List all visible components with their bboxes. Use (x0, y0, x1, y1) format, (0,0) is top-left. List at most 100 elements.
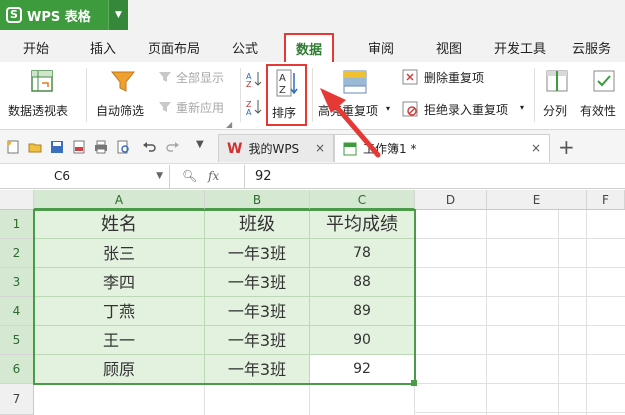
new-file-icon[interactable] (6, 140, 20, 154)
ribbon-divider (240, 68, 241, 122)
name-box[interactable]: C6 ▼ (0, 165, 170, 188)
highlight-duplicates-dropdown-icon[interactable]: ▾ (386, 104, 390, 113)
show-all-button[interactable]: 全部显示 (158, 68, 236, 88)
redo-icon[interactable] (166, 140, 180, 154)
validity-label: 有效性 (580, 104, 617, 118)
sort-button[interactable]: A Z 排序 (266, 64, 307, 126)
row-header-1[interactable]: 1 (0, 210, 34, 239)
fx-button[interactable]: fx (208, 165, 219, 188)
empty-cells-area[interactable] (415, 210, 625, 415)
dialog-launcher-icon[interactable]: ◢ (226, 120, 232, 129)
column-header-d[interactable]: D (415, 190, 487, 210)
validity-icon (593, 70, 615, 92)
column-header-b[interactable]: B (205, 190, 310, 210)
split-columns-button[interactable]: 分列 (538, 66, 576, 126)
cell-c3[interactable]: 88 (310, 268, 415, 297)
row-header-3[interactable]: 3 (0, 268, 34, 297)
print-icon[interactable] (94, 140, 108, 154)
row-header-6[interactable]: 6 (0, 355, 34, 384)
cell-b1[interactable]: 班级 (205, 210, 310, 239)
ribbon-data: 数据透视表 自动筛选 全部显示 重新应用 ◢ A Z Z A A Z 排序 高亮… (0, 62, 625, 130)
doc-tab-workbook1[interactable]: 工作簿1 * × (334, 134, 550, 162)
app-menu-button[interactable]: S WPS 表格 (0, 0, 108, 30)
cell-c5[interactable]: 90 (310, 326, 415, 355)
close-icon[interactable]: × (531, 141, 541, 155)
sort-descending-icon[interactable]: Z A (246, 98, 262, 116)
reapply-button[interactable]: 重新应用 (158, 98, 236, 118)
app-name: WPS 表格 (27, 9, 91, 25)
cell-c4[interactable]: 89 (310, 297, 415, 326)
quick-access-toolbar: ▼ W 我的WPS × 工作簿1 * × + (0, 130, 625, 164)
tab-view[interactable]: 视图 (436, 38, 462, 57)
cell-a5[interactable]: 王一 (34, 326, 205, 355)
remove-duplicates-button[interactable]: 删除重复项 (402, 68, 522, 88)
tab-review[interactable]: 审阅 (368, 38, 394, 57)
row-header-5[interactable]: 5 (0, 326, 34, 355)
autofilter-button[interactable]: 自动筛选 (92, 66, 154, 126)
pivot-table-button[interactable]: 数据透视表 (4, 66, 80, 126)
reject-duplicates-icon (402, 101, 418, 117)
cell-a3[interactable]: 李四 (34, 268, 205, 297)
tab-page-layout[interactable]: 页面布局 (148, 38, 200, 57)
svg-text:Z: Z (279, 85, 286, 96)
undo-icon[interactable] (142, 140, 156, 154)
formula-input[interactable]: 92 (244, 165, 625, 188)
row-header-7[interactable]: 7 (0, 384, 34, 415)
export-pdf-icon[interactable] (72, 140, 86, 154)
tab-home[interactable]: 开始 (23, 38, 49, 57)
svg-text:Z: Z (246, 80, 252, 88)
save-icon[interactable] (50, 140, 64, 154)
cell-b6[interactable]: 一年3班 (205, 355, 310, 384)
highlight-duplicates-label: 高亮重复项 (318, 104, 379, 118)
autofilter-label: 自动筛选 (96, 104, 145, 118)
reject-duplicates-dropdown-icon[interactable]: ▾ (520, 103, 524, 112)
row-header-4[interactable]: 4 (0, 297, 34, 326)
print-preview-icon[interactable] (116, 140, 130, 154)
column-header-f[interactable]: F (587, 190, 625, 210)
tab-cloud[interactable]: 云服务 (572, 38, 611, 57)
open-folder-icon[interactable] (28, 140, 42, 154)
grid-line (204, 384, 205, 415)
reject-duplicates-button[interactable]: 拒绝录入重复项 ▾ (402, 100, 532, 120)
cell-b4[interactable]: 一年3班 (205, 297, 310, 326)
highlight-duplicates-button[interactable]: 高亮重复项 ▾ (316, 66, 394, 126)
doc-tab-label: 我的WPS (248, 142, 300, 156)
split-columns-icon (546, 70, 568, 92)
sort-ascending-icon[interactable]: A Z (246, 70, 262, 88)
ribbon-tabs: 开始 插入 页面布局 公式 数据 审阅 视图 开发工具 云服务 (0, 30, 625, 62)
cell-c2[interactable]: 78 (310, 239, 415, 268)
sort-label: 排序 (272, 106, 297, 120)
cell-a2[interactable]: 张三 (34, 239, 205, 268)
zoom-search-icon[interactable]: 🔍︎ (182, 165, 197, 188)
show-all-label: 全部显示 (176, 71, 225, 85)
new-tab-button[interactable]: + (558, 135, 575, 159)
cell-a1[interactable]: 姓名 (34, 210, 205, 239)
tab-developer[interactable]: 开发工具 (494, 38, 546, 57)
toolbar-customize-dropdown-icon[interactable]: ▼ (196, 139, 204, 150)
ribbon-divider (86, 68, 87, 122)
fill-handle[interactable] (411, 380, 417, 386)
column-header-c[interactable]: C (310, 190, 415, 210)
cell-b3[interactable]: 一年3班 (205, 268, 310, 297)
tab-insert[interactable]: 插入 (90, 38, 116, 57)
tab-formulas[interactable]: 公式 (232, 38, 258, 57)
name-box-dropdown-icon[interactable]: ▼ (156, 165, 163, 188)
tab-data[interactable]: 数据 (284, 33, 335, 62)
doc-tab-my-wps[interactable]: W 我的WPS × (218, 134, 334, 162)
filter-funnel-icon (110, 71, 136, 92)
column-header-a[interactable]: A (34, 190, 205, 210)
cell-a6[interactable]: 顾原 (34, 355, 205, 384)
column-header-e[interactable]: E (487, 190, 587, 210)
cell-b2[interactable]: 一年3班 (205, 239, 310, 268)
cell-c1[interactable]: 平均成绩 (310, 210, 415, 239)
select-all-corner[interactable] (0, 190, 34, 210)
row-7-cells[interactable] (34, 384, 415, 415)
cell-b5[interactable]: 一年3班 (205, 326, 310, 355)
cell-a4[interactable]: 丁燕 (34, 297, 205, 326)
app-menu-dropdown-icon[interactable]: ▼ (108, 0, 128, 30)
row-header-2[interactable]: 2 (0, 239, 34, 268)
close-icon[interactable]: × (315, 141, 325, 155)
validity-button[interactable]: 有效性 (578, 66, 625, 126)
cell-c6[interactable]: 92 (310, 355, 415, 384)
pivot-table-icon (31, 70, 53, 92)
